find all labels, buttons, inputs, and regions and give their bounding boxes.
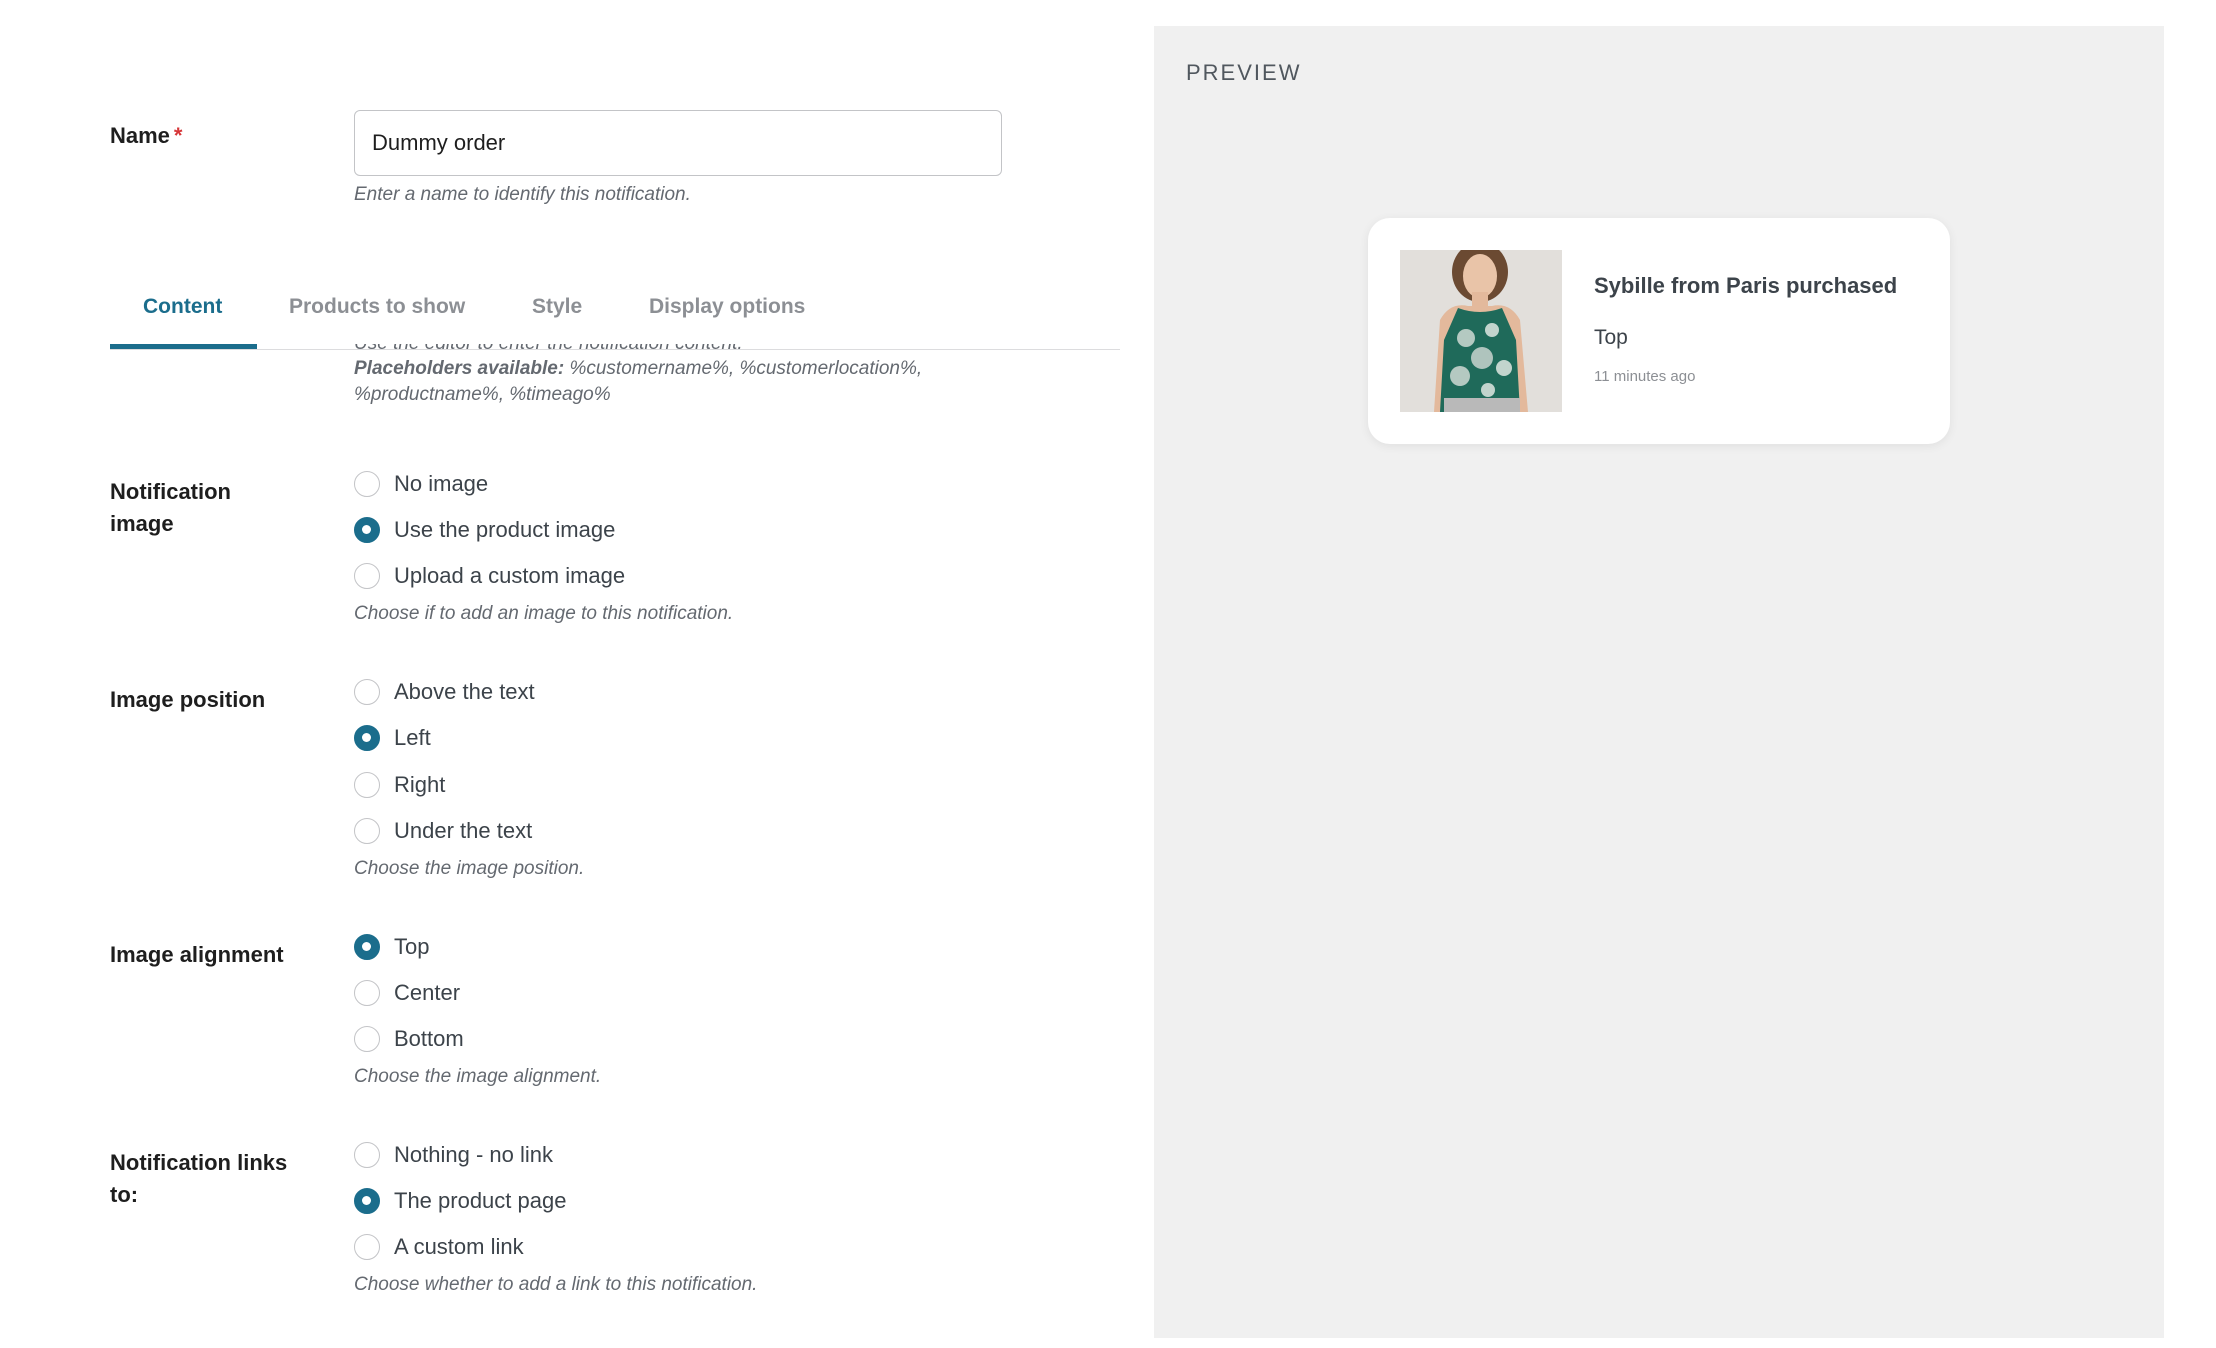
product-image — [1400, 250, 1562, 412]
notification-image-help: Choose if to add an image to this notifi… — [354, 603, 734, 624]
required-asterisk: * — [173, 123, 183, 148]
radio-button[interactable] — [354, 1234, 380, 1260]
placeholders-line-2: %productname%, %timeago% — [354, 384, 611, 405]
image-position-label: Image position — [110, 687, 266, 712]
preview-panel: PREVIEW Sybille from Paris purchased Top… — [1154, 26, 2164, 1338]
radio-button[interactable] — [354, 772, 380, 798]
image-alignment-help: Choose the image alignment. — [354, 1066, 602, 1087]
radio-nothing-no-link[interactable]: Nothing - no link — [354, 1139, 553, 1171]
settings-form: Name* Enter a name to identify this noti… — [0, 0, 1130, 1348]
placeholders-line: Placeholders available: %customername%, … — [354, 358, 923, 379]
product-photo — [1400, 250, 1562, 412]
radio-button[interactable] — [354, 980, 380, 1006]
notification-links-help: Choose whether to add a link to this not… — [354, 1274, 758, 1295]
radio-right[interactable]: Right — [354, 769, 445, 801]
radio-button[interactable] — [354, 1026, 380, 1052]
notification-links-label: Notification links to: — [110, 1150, 288, 1207]
name-help: Enter a name to identify this notificati… — [354, 184, 691, 205]
radio-top[interactable]: Top — [354, 931, 429, 963]
notification-headline: Sybille from Paris purchased — [1594, 273, 1898, 298]
active-tab-indicator — [110, 344, 257, 349]
image-position-help: Choose the image position. — [354, 858, 585, 879]
radio-button[interactable] — [354, 471, 380, 497]
radio-the-product-page[interactable]: The product page — [354, 1185, 566, 1217]
content-help-line: Use the editor to enter the notification… — [354, 344, 1114, 356]
radio-above-the-text[interactable]: Above the text — [354, 676, 535, 708]
content-help: Use the editor to enter the notification… — [354, 344, 1114, 408]
tab-bar: Content Products to show Style Display o… — [110, 280, 1120, 350]
preview-title: PREVIEW — [1186, 60, 1302, 85]
tab-display-options[interactable]: Display options — [649, 280, 805, 350]
radio-no-image[interactable]: No image — [354, 468, 488, 500]
radio-button[interactable] — [354, 818, 380, 844]
radio-button[interactable] — [354, 679, 380, 705]
image-alignment-label: Image alignment — [110, 942, 284, 967]
radio-button-checked[interactable] — [354, 725, 380, 751]
notification-product-name: Top — [1594, 326, 1628, 349]
radio-button-checked[interactable] — [354, 934, 380, 960]
notification-image-label: Notification image — [110, 479, 231, 536]
tab-content[interactable]: Content — [143, 280, 222, 350]
radio-button[interactable] — [354, 563, 380, 589]
radio-button-checked[interactable] — [354, 517, 380, 543]
radio-upload-custom-image[interactable]: Upload a custom image — [354, 560, 625, 592]
radio-bottom[interactable]: Bottom — [354, 1023, 464, 1055]
radio-button-checked[interactable] — [354, 1188, 380, 1214]
radio-use-product-image[interactable]: Use the product image — [354, 514, 615, 546]
radio-a-custom-link[interactable]: A custom link — [354, 1231, 524, 1263]
tab-style[interactable]: Style — [532, 280, 582, 350]
name-label: Name * — [110, 123, 183, 148]
radio-under-the-text[interactable]: Under the text — [354, 815, 532, 847]
radio-left[interactable]: Left — [354, 722, 431, 754]
radio-center[interactable]: Center — [354, 977, 460, 1009]
tab-products-to-show[interactable]: Products to show — [289, 280, 465, 350]
radio-button[interactable] — [354, 1142, 380, 1168]
notification-time-ago: 11 minutes ago — [1594, 368, 1696, 385]
notification-card[interactable]: Sybille from Paris purchased Top 11 minu… — [1368, 218, 1950, 444]
name-input[interactable] — [354, 110, 1002, 176]
